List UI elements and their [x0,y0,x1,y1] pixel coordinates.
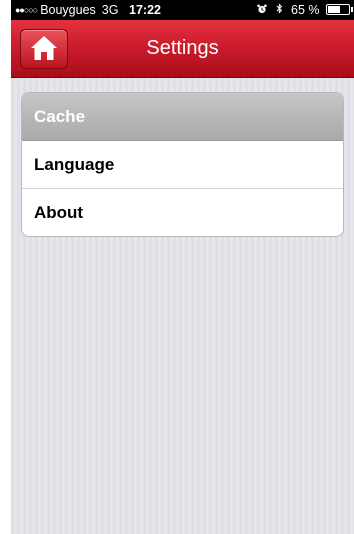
status-bar: ●●○○○ Bouygues 3G 17:22 65 % [11,0,354,20]
battery-icon [326,4,353,15]
page-title: Settings [146,37,219,59]
settings-item-label: About [34,203,84,222]
settings-item-about[interactable]: About [22,189,343,236]
status-right: 65 % [257,0,353,20]
alarm-clock-icon [257,0,267,20]
navigation-bar: Settings [11,20,354,78]
battery-nub [351,7,353,12]
app-screen: ●●○○○ Bouygues 3G 17:22 65 % Settings Ca… [11,0,354,534]
status-time: 17:22 [129,3,161,17]
settings-item-label: Language [34,155,115,174]
settings-list: Cache Language About [21,92,344,237]
battery-level [328,6,340,13]
settings-item-label: Cache [34,107,86,126]
settings-item-language[interactable]: Language [22,141,343,189]
battery-percent: 65 % [291,3,320,17]
bluetooth-icon [276,0,283,20]
settings-item-cache[interactable]: Cache [22,93,343,141]
